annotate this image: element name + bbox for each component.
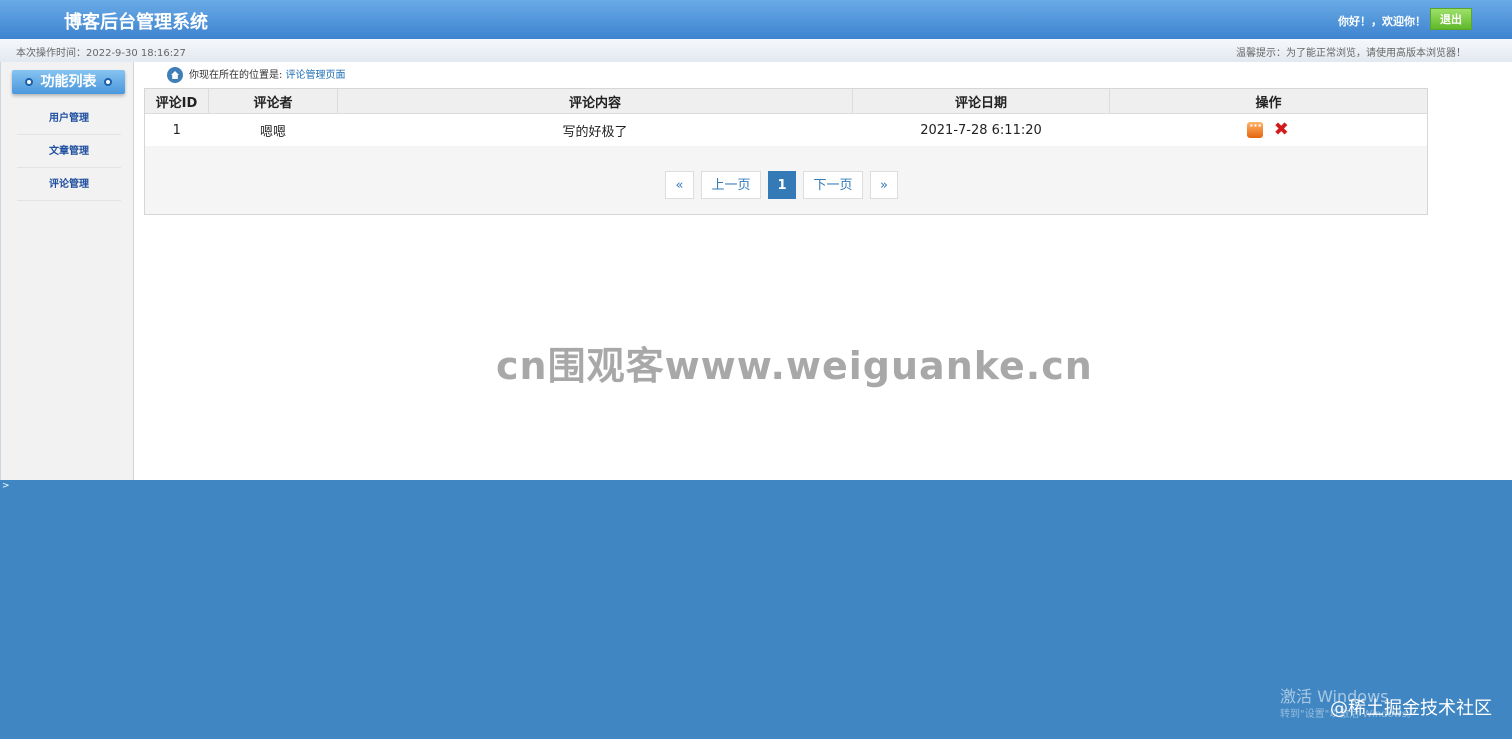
main-content: 功能列表 用户管理 文章管理 评论管理 你现在所在的位置是: 评论管理页面 评论… <box>0 62 1512 480</box>
column-header-content: 评论内容 <box>337 89 853 114</box>
comments-panel: 评论ID 评论者 评论内容 评论日期 操作 1 嗯嗯 写的好极了 2021-7-… <box>144 88 1428 215</box>
column-header-actions: 操作 <box>1109 89 1427 114</box>
menu-heading-label: 功能列表 <box>40 74 97 90</box>
cell-date: 2021-7-28 6:11:20 <box>852 113 1110 146</box>
next-page-button[interactable]: 下一页 <box>803 171 863 199</box>
cell-author: 嗯嗯 <box>208 113 338 146</box>
last-page-button[interactable]: » <box>870 171 898 199</box>
bullet-icon <box>25 78 33 86</box>
sidebar-item-users[interactable]: 用户管理 <box>17 102 121 135</box>
logout-button[interactable]: 退出 <box>1430 8 1472 30</box>
cell-content: 写的好极了 <box>337 113 853 146</box>
reply-icon[interactable] <box>1247 119 1264 138</box>
corner-arrow: > <box>2 481 10 491</box>
last-operation-time: 本次操作时间：2022-9-30 18:16:27 <box>16 48 186 59</box>
comments-table: 评论ID 评论者 评论内容 评论日期 操作 1 嗯嗯 写的好极了 2021-7-… <box>145 89 1427 146</box>
status-bar: 本次操作时间：2022-9-30 18:16:27 温馨提示：为了能正常浏览，请… <box>0 39 1512 63</box>
column-header-author: 评论者 <box>208 89 338 114</box>
juejin-watermark: @稀土掘金技术社区 <box>1330 698 1492 719</box>
sidebar-item-articles[interactable]: 文章管理 <box>17 135 121 168</box>
cell-actions: ✖ <box>1109 113 1427 146</box>
column-header-id: 评论ID <box>145 89 209 114</box>
top-header: 博客后台管理系统 你好！，欢迎你！ 退出 <box>0 0 1512 39</box>
table-row: 1 嗯嗯 写的好极了 2021-7-28 6:11:20 ✖ <box>145 113 1427 146</box>
breadcrumb-prefix: 你现在所在的位置是: <box>189 70 283 81</box>
column-header-date: 评论日期 <box>852 89 1110 114</box>
browser-tip: 温馨提示：为了能正常浏览，请使用高版本浏览器！ <box>1236 48 1466 59</box>
delete-icon[interactable]: ✖ <box>1273 121 1289 139</box>
bullet-icon <box>104 78 112 86</box>
cell-id: 1 <box>145 113 209 146</box>
site-watermark: cn围观客www.weiguanke.cn <box>496 344 1093 388</box>
greeting-text: 你好！，欢迎你！ <box>1338 15 1426 28</box>
first-page-button[interactable]: « <box>665 171 694 199</box>
breadcrumb: 你现在所在的位置是: 评论管理页面 <box>167 66 346 84</box>
menu-heading: 功能列表 <box>12 70 125 94</box>
app-title: 博客后台管理系统 <box>64 12 208 33</box>
prev-page-button[interactable]: 上一页 <box>701 171 761 199</box>
breadcrumb-current[interactable]: 评论管理页面 <box>286 70 346 81</box>
sidebar-item-comments[interactable]: 评论管理 <box>17 168 121 201</box>
sidebar: 功能列表 用户管理 文章管理 评论管理 <box>0 62 134 480</box>
current-page-button[interactable]: 1 <box>768 171 796 199</box>
home-icon <box>167 67 183 83</box>
